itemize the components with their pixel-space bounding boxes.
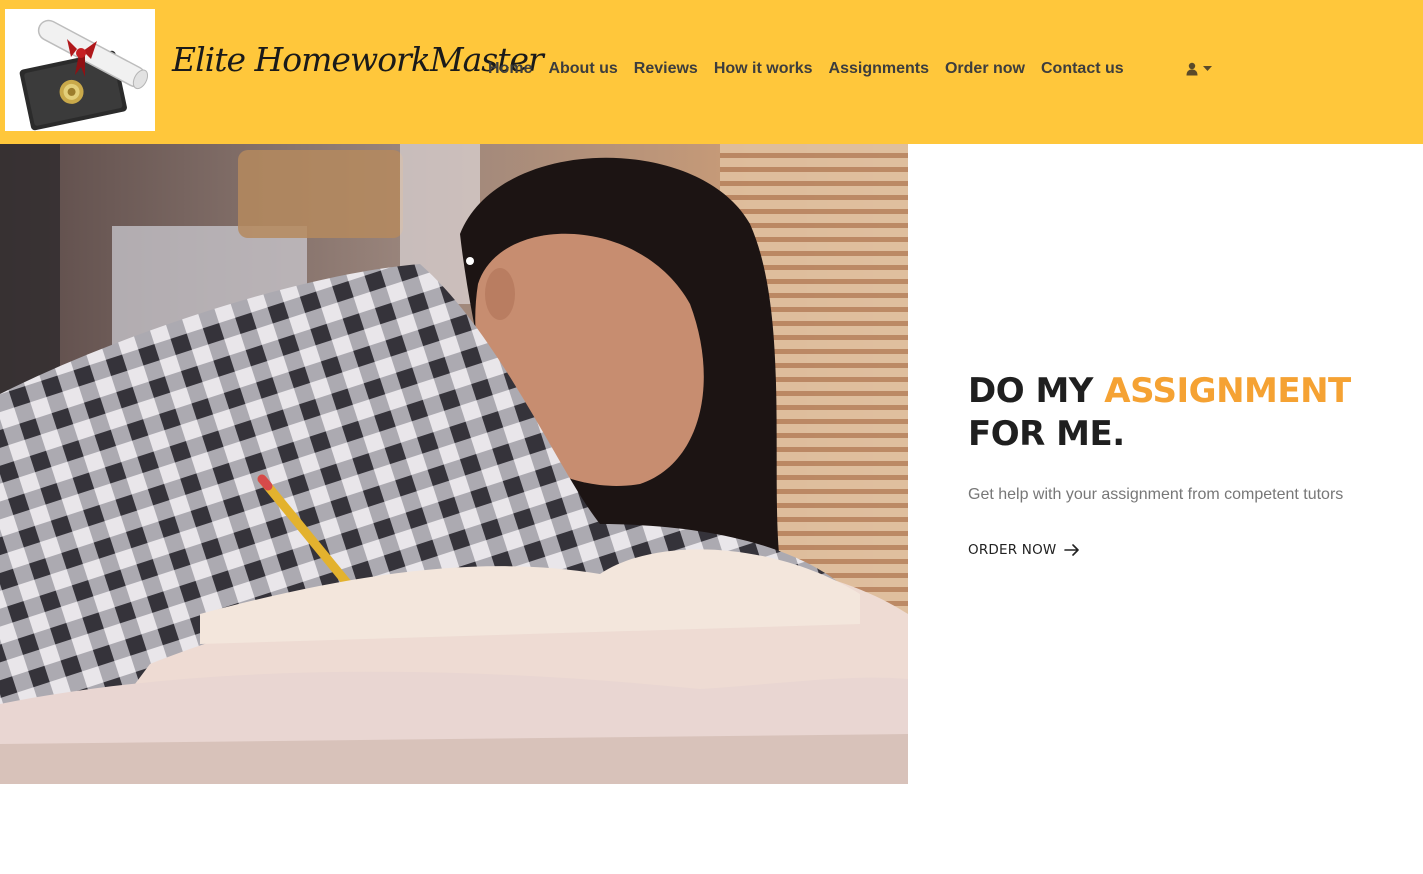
nav-item-about-us[interactable]: About us: [548, 60, 617, 78]
caret-down-icon: [1203, 66, 1212, 71]
hero-student-photo: [0, 144, 908, 784]
nav-item-contact-us[interactable]: Contact us: [1041, 60, 1124, 78]
main-nav: Home About us Reviews How it works Assig…: [488, 60, 1140, 78]
hero-content: DO MY ASSIGNMENT FOR ME. Get help with yo…: [968, 370, 1388, 559]
nav-item-how-it-works[interactable]: How it works: [714, 60, 813, 78]
order-now-button[interactable]: ORDER NOW: [968, 542, 1080, 558]
arrow-right-icon: [1064, 544, 1080, 556]
order-now-label: ORDER NOW: [968, 542, 1057, 558]
student-writing-photo-icon: [0, 144, 908, 784]
nav-item-home[interactable]: Home: [488, 60, 532, 78]
hero-title: DO MY ASSIGNMENT FOR ME.: [968, 370, 1388, 456]
diploma-logo-icon: [19, 19, 149, 131]
site-header: Elite HomeworkMaster Home About us Revie…: [0, 0, 1423, 144]
hero-title-accent: ASSIGNMENT: [1104, 371, 1351, 411]
user-icon: [1186, 62, 1198, 76]
nav-item-order-now[interactable]: Order now: [945, 60, 1025, 78]
hero-title-part1: DO MY: [968, 371, 1105, 411]
nav-item-reviews[interactable]: Reviews: [634, 60, 698, 78]
site-logo[interactable]: [5, 9, 155, 131]
user-menu-toggle[interactable]: [1186, 61, 1212, 77]
hero-title-part2: FOR ME.: [968, 414, 1125, 454]
nav-item-assignments[interactable]: Assignments: [829, 60, 929, 78]
hero-subtitle: Get help with your assignment from compe…: [968, 486, 1344, 503]
